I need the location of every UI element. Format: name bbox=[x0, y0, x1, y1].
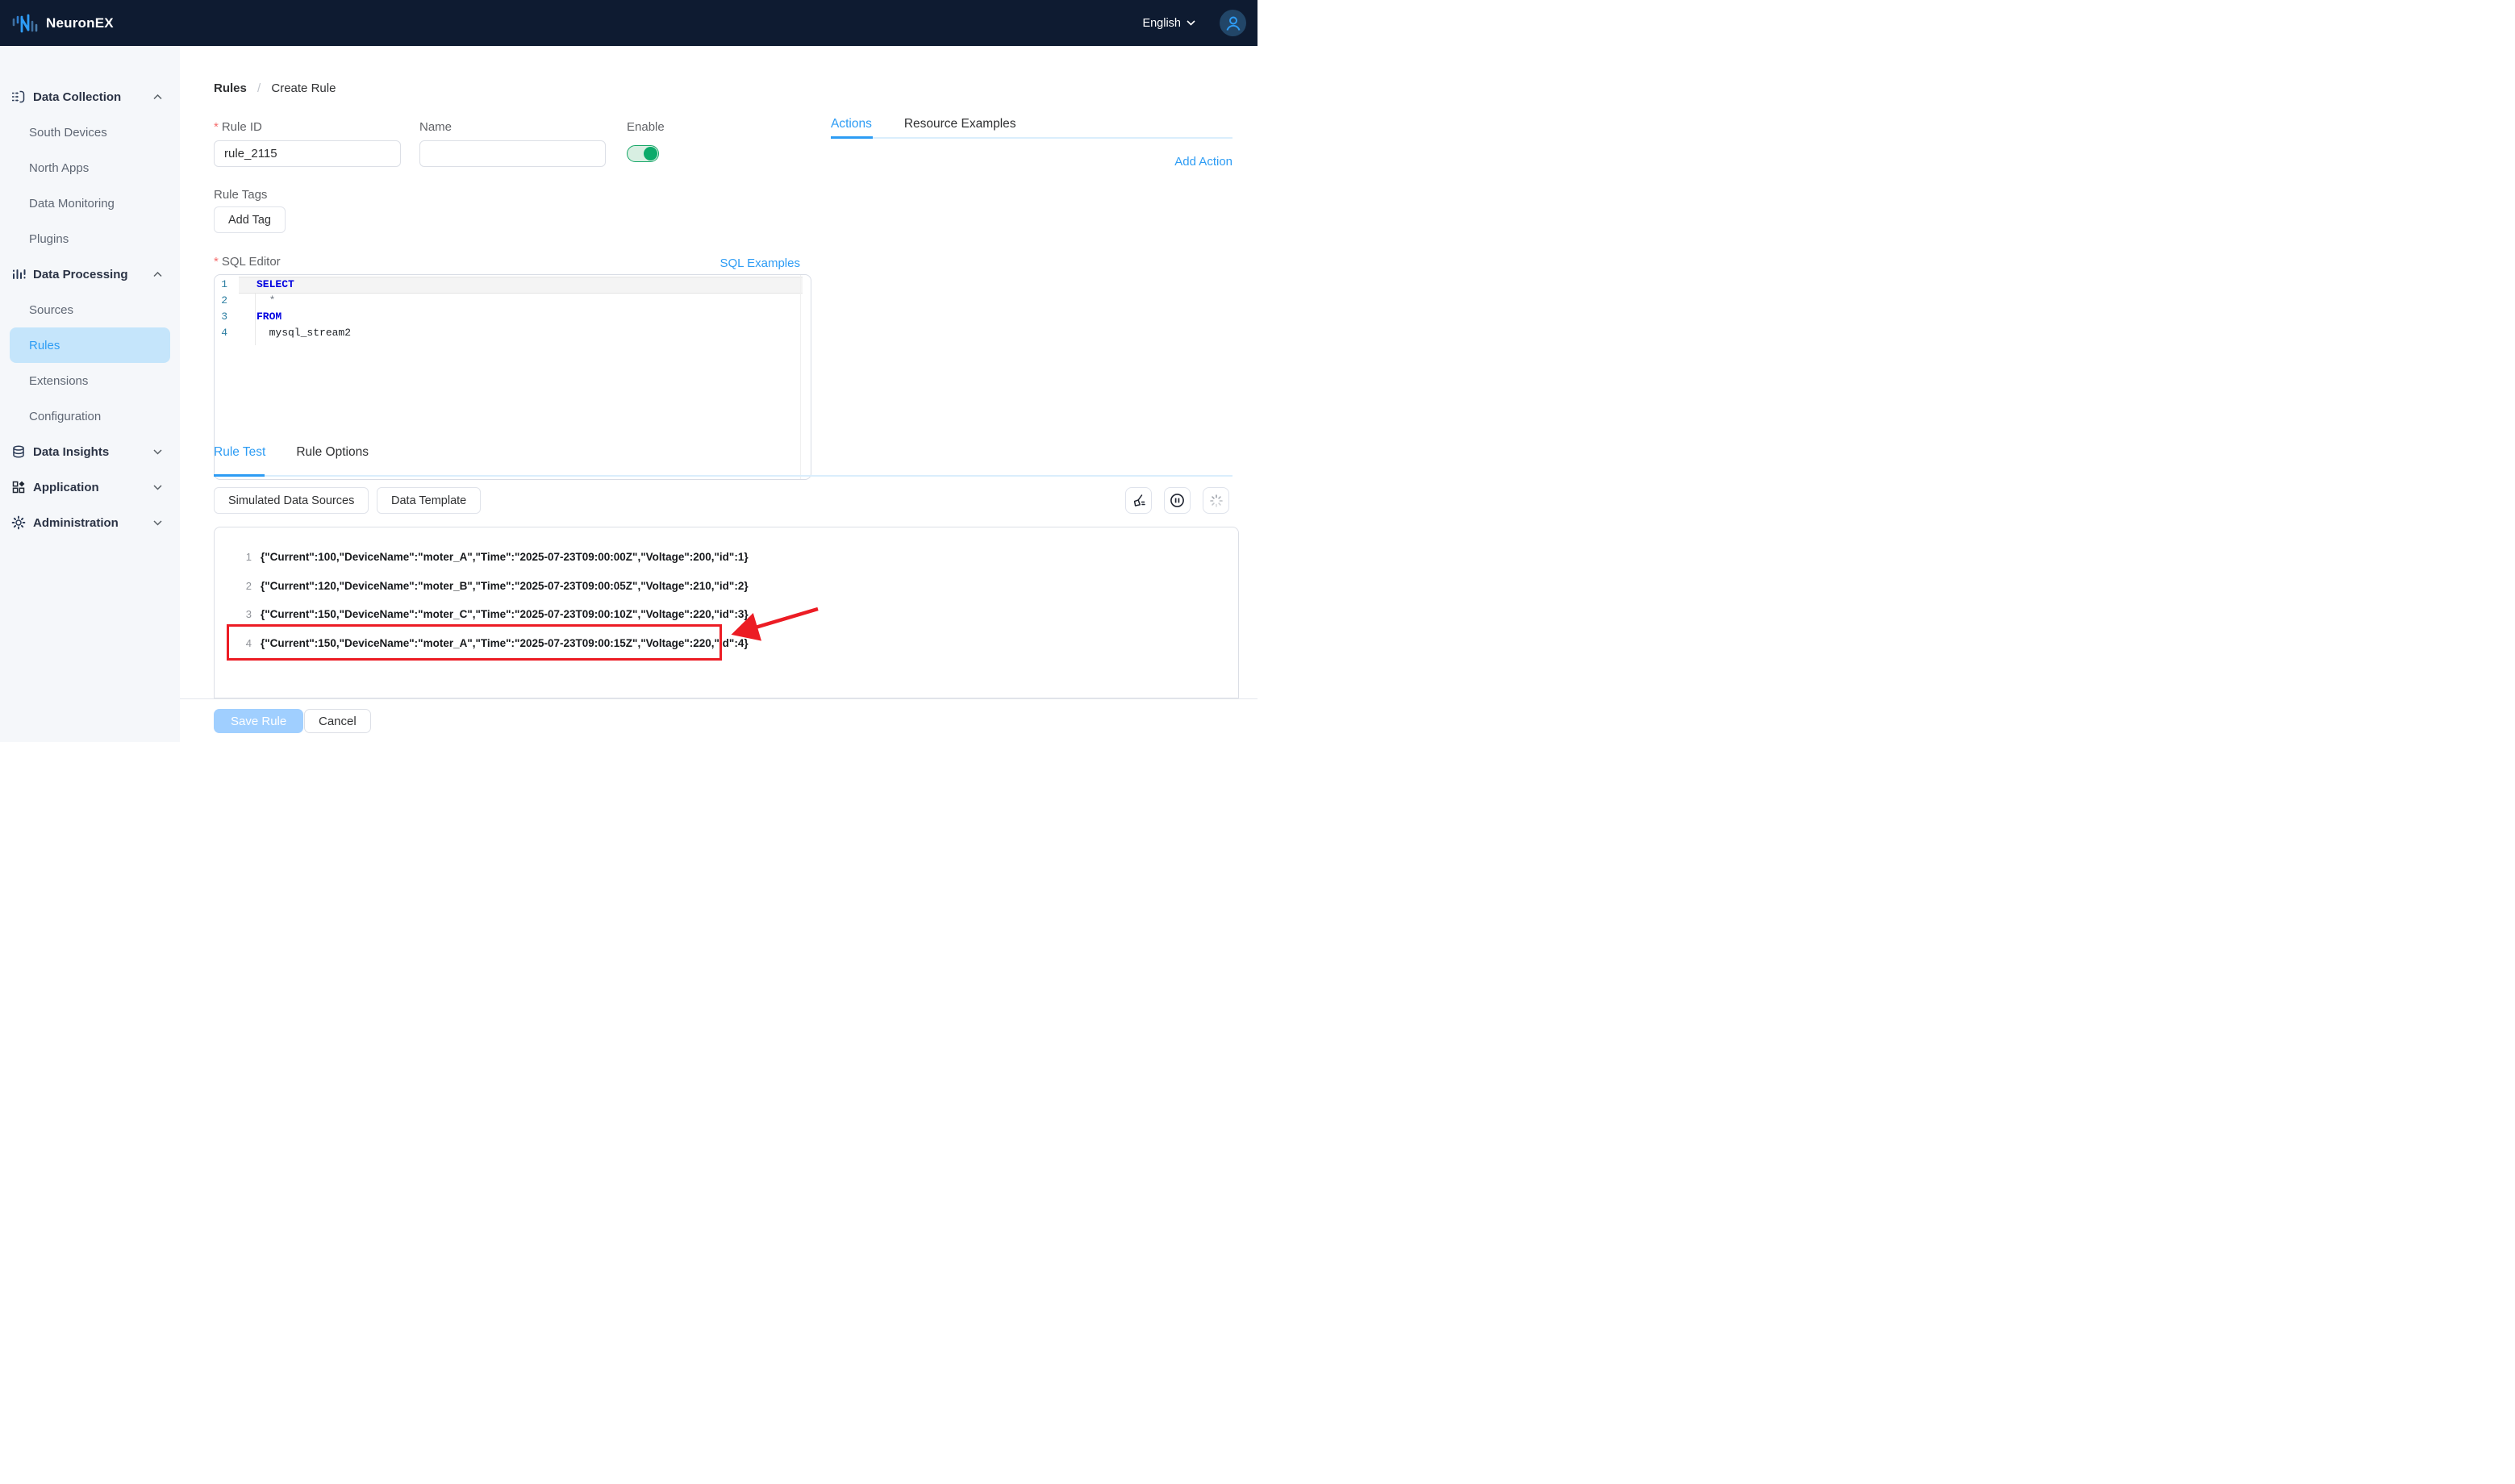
active-line-highlight bbox=[239, 277, 803, 294]
save-rule-button[interactable]: Save Rule bbox=[214, 709, 303, 733]
form-footer: Save Rule Cancel bbox=[180, 698, 1258, 742]
add-action-link[interactable]: Add Action bbox=[831, 155, 1232, 169]
tab-rule-options[interactable]: Rule Options bbox=[296, 445, 369, 460]
sidebar-section-data-processing[interactable]: Data Processing bbox=[0, 256, 180, 292]
code-line: FROM bbox=[257, 309, 282, 325]
output-row: {"Current":120,"DeviceName":"moter_B","T… bbox=[261, 579, 749, 594]
line-number: 3 bbox=[215, 309, 227, 325]
test-tab-track bbox=[214, 475, 1232, 477]
row-number: 1 bbox=[231, 550, 252, 565]
sidebar-item-data-monitoring[interactable]: Data Monitoring bbox=[0, 186, 180, 221]
chevron-down-icon bbox=[153, 485, 162, 490]
tab-actions[interactable]: Actions bbox=[831, 117, 872, 131]
chevron-up-icon bbox=[153, 272, 162, 277]
simulated-data-sources-button[interactable]: Simulated Data Sources bbox=[214, 487, 369, 514]
test-output-panel[interactable]: 1 {"Current":100,"DeviceName":"moter_A",… bbox=[214, 527, 1239, 698]
rule-id-label: *Rule ID bbox=[214, 120, 262, 134]
breadcrumb-separator: / bbox=[257, 81, 261, 95]
row-number: 2 bbox=[231, 579, 252, 594]
row-number: 4 bbox=[231, 636, 252, 651]
tab-rule-test[interactable]: Rule Test bbox=[214, 445, 265, 460]
sidebar-item-south-devices[interactable]: South Devices bbox=[0, 115, 180, 150]
sidebar-item-plugins[interactable]: Plugins bbox=[0, 221, 180, 256]
clean-results-button[interactable] bbox=[1125, 487, 1152, 514]
chevron-up-icon bbox=[153, 94, 162, 100]
top-navbar: NeuronEX English bbox=[0, 0, 1258, 46]
app-title: NeuronEX bbox=[46, 15, 114, 31]
sidebar-section-data-collection[interactable]: Data Collection bbox=[0, 79, 180, 115]
chevron-down-icon bbox=[1187, 20, 1195, 26]
name-input[interactable] bbox=[419, 140, 606, 167]
indent-guide bbox=[255, 294, 256, 345]
sql-examples-link[interactable]: SQL Examples bbox=[214, 256, 811, 270]
chevron-down-icon bbox=[153, 449, 162, 455]
sidebar-section-label: Administration bbox=[33, 516, 146, 530]
sidebar-section-application[interactable]: Application bbox=[0, 469, 180, 505]
code-line: mysql_stream2 bbox=[257, 325, 351, 341]
sidebar: Data Collection South Devices North Apps… bbox=[0, 46, 180, 742]
clean-icon bbox=[1132, 494, 1146, 508]
chevron-down-icon bbox=[153, 520, 162, 526]
sidebar-section-data-insights[interactable]: Data Insights bbox=[0, 434, 180, 469]
refresh-loading-button[interactable] bbox=[1203, 487, 1229, 514]
user-icon bbox=[1224, 15, 1242, 32]
brand: NeuronEX bbox=[11, 11, 114, 35]
data-insights-icon bbox=[11, 444, 26, 459]
output-row: {"Current":100,"DeviceName":"moter_A","T… bbox=[261, 550, 749, 565]
code-line: SELECT bbox=[257, 277, 294, 293]
code-line: * bbox=[257, 293, 275, 309]
breadcrumb-rules-link[interactable]: Rules bbox=[214, 81, 247, 95]
sidebar-item-extensions[interactable]: Extensions bbox=[0, 363, 180, 398]
data-collection-icon bbox=[11, 90, 26, 104]
rule-id-input[interactable] bbox=[214, 140, 401, 167]
sidebar-section-label: Data Processing bbox=[33, 268, 146, 281]
required-asterisk: * bbox=[214, 120, 219, 134]
enable-label: Enable bbox=[627, 120, 665, 134]
sidebar-section-label: Application bbox=[33, 481, 146, 494]
sidebar-item-configuration[interactable]: Configuration bbox=[0, 398, 180, 434]
line-number: 2 bbox=[215, 293, 227, 309]
cancel-button[interactable]: Cancel bbox=[304, 709, 371, 733]
neuronex-logo-icon bbox=[11, 11, 39, 35]
sidebar-section-label: Data Insights bbox=[33, 445, 146, 459]
output-row: {"Current":150,"DeviceName":"moter_C","T… bbox=[261, 607, 749, 622]
application-icon bbox=[11, 480, 26, 494]
add-tag-button[interactable]: Add Tag bbox=[214, 206, 286, 233]
gear-icon bbox=[11, 515, 26, 530]
pause-button[interactable] bbox=[1164, 487, 1191, 514]
line-number: 1 bbox=[215, 277, 227, 293]
editor-scrollbar-area bbox=[800, 275, 801, 479]
sidebar-item-north-apps[interactable]: North Apps bbox=[0, 150, 180, 186]
line-number: 4 bbox=[215, 325, 227, 341]
breadcrumb-current: Create Rule bbox=[271, 81, 336, 95]
user-avatar[interactable] bbox=[1220, 10, 1246, 36]
loading-icon bbox=[1209, 494, 1224, 508]
sidebar-item-sources[interactable]: Sources bbox=[0, 292, 180, 327]
enable-toggle[interactable] bbox=[627, 145, 659, 162]
name-label: Name bbox=[419, 120, 452, 134]
pause-icon bbox=[1170, 493, 1185, 508]
breadcrumb: Rules / Create Rule bbox=[214, 81, 336, 95]
actions-tabs: Actions Resource Examples bbox=[831, 117, 1049, 131]
language-selector[interactable]: English bbox=[1142, 17, 1195, 30]
rule-tags-label: Rule Tags bbox=[214, 188, 267, 202]
output-row: {"Current":150,"DeviceName":"moter_A","T… bbox=[261, 636, 749, 651]
test-tabs: Rule Test Rule Options bbox=[214, 445, 399, 460]
actions-tab-track bbox=[831, 137, 1232, 139]
language-label: English bbox=[1142, 17, 1181, 30]
data-processing-icon bbox=[11, 267, 26, 281]
sidebar-section-administration[interactable]: Administration bbox=[0, 505, 180, 540]
tab-resource-examples[interactable]: Resource Examples bbox=[904, 117, 1016, 131]
neuronex-app: NeuronEX English bbox=[0, 0, 1258, 742]
data-template-button[interactable]: Data Template bbox=[377, 487, 481, 514]
main-content: Rules / Create Rule *Rule ID Name Enable… bbox=[180, 46, 1258, 742]
sidebar-item-rules[interactable]: Rules bbox=[10, 327, 170, 363]
row-number: 3 bbox=[231, 607, 252, 622]
sidebar-section-label: Data Collection bbox=[33, 90, 146, 104]
